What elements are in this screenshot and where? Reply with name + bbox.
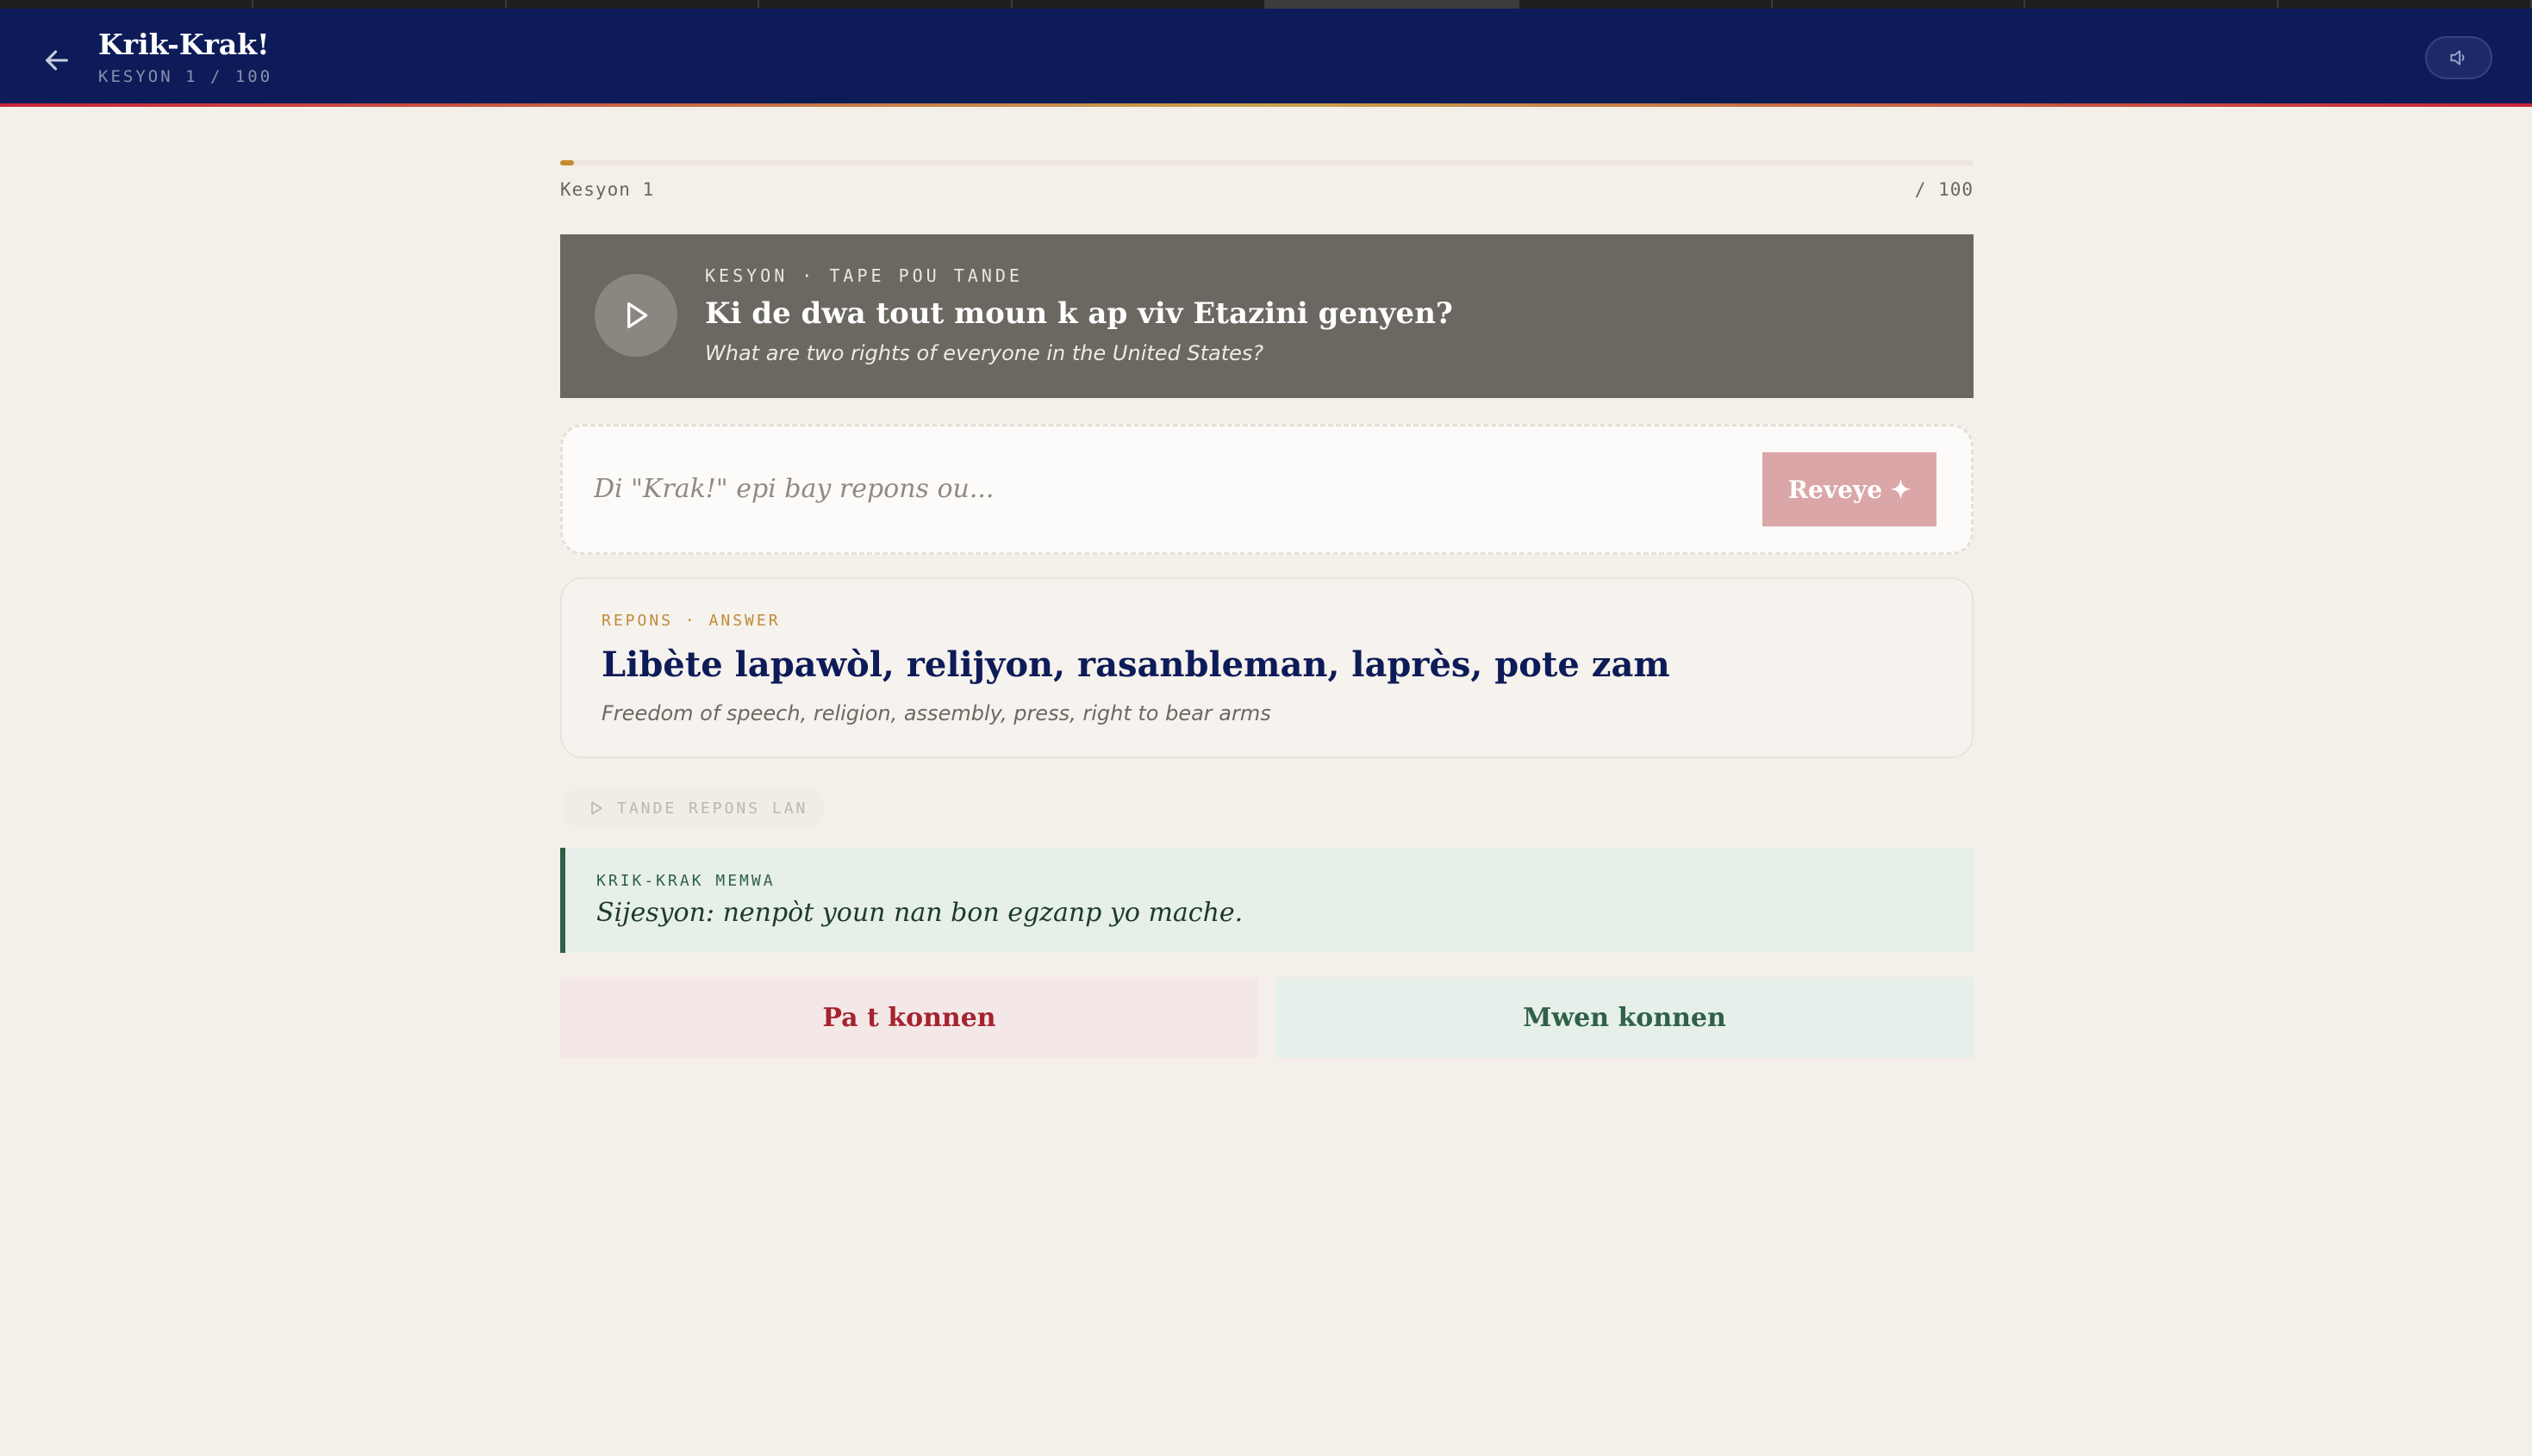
answer-translation: Freedom of speech, religion, assembly, p…: [602, 701, 1271, 725]
browser-tab-strip: [0, 0, 2532, 9]
arrow-left-icon: [46, 50, 68, 71]
question-text: Ki de dwa tout moun k ap viv Etazini gen…: [705, 296, 1453, 331]
answer-card: REPONS · ANSWER Libète lapawòl, relijyon…: [560, 577, 1974, 758]
answer-box: Reveye ✦: [560, 424, 1974, 555]
browser-tab[interactable]: [759, 0, 1013, 9]
dont-know-button[interactable]: Pa t konnen: [560, 977, 1258, 1058]
app-header: Krik-Krak! KESYON 1 / 100: [0, 9, 2532, 107]
question-counter: KESYON 1 / 100: [98, 67, 273, 86]
browser-tab[interactable]: [0, 0, 253, 9]
progress-total-label: / 100: [1914, 179, 1974, 200]
play-icon: [627, 302, 648, 328]
progress-current-label: Kesyon 1: [560, 179, 655, 200]
browser-tab[interactable]: [1013, 0, 1266, 9]
browser-tab[interactable]: [1773, 0, 2026, 9]
answer-input[interactable]: [594, 461, 1714, 516]
answer-kicker: REPONS · ANSWER: [602, 612, 781, 630]
speaker-icon: [2450, 50, 2465, 65]
question-kicker: KESYON · TAPE POU TANDE: [705, 265, 1023, 286]
question-translation: What are two rights of everyone in the U…: [705, 341, 1264, 365]
answer-text: Libète lapawòl, relijyon, rasanbleman, l…: [602, 644, 1670, 685]
app-title: Krik-Krak!: [98, 28, 270, 61]
browser-tab[interactable]: [1519, 0, 1773, 9]
play-question-button[interactable]: [595, 274, 677, 357]
progress-fill: [560, 160, 575, 165]
question-card[interactable]: KESYON · TAPE POU TANDE Ki de dwa tout m…: [560, 234, 1974, 398]
browser-tab[interactable]: [507, 0, 760, 9]
listen-answer-button[interactable]: TANDE REPONS LAN: [562, 787, 824, 829]
browser-tab-active[interactable]: [1265, 0, 1519, 9]
browser-tab[interactable]: [253, 0, 507, 9]
know-button[interactable]: Mwen konnen: [1275, 977, 1974, 1058]
back-button[interactable]: [38, 41, 76, 79]
memory-tip: KRIK-KRAK MEMWA Sijesyon: nenpòt youn na…: [560, 848, 1974, 953]
play-outline-icon: [591, 801, 602, 815]
memory-tip-kicker: KRIK-KRAK MEMWA: [596, 872, 776, 890]
memory-tip-text: Sijesyon: nenpòt youn nan bon egzanp yo …: [596, 898, 1244, 928]
browser-tab[interactable]: [2279, 0, 2532, 9]
reveal-button[interactable]: Reveye ✦: [1762, 452, 1936, 526]
browser-tab[interactable]: [2025, 0, 2279, 9]
progress-bar: [560, 160, 1974, 165]
sound-toggle-button[interactable]: [2425, 36, 2492, 79]
listen-answer-label: TANDE REPONS LAN: [617, 799, 808, 818]
